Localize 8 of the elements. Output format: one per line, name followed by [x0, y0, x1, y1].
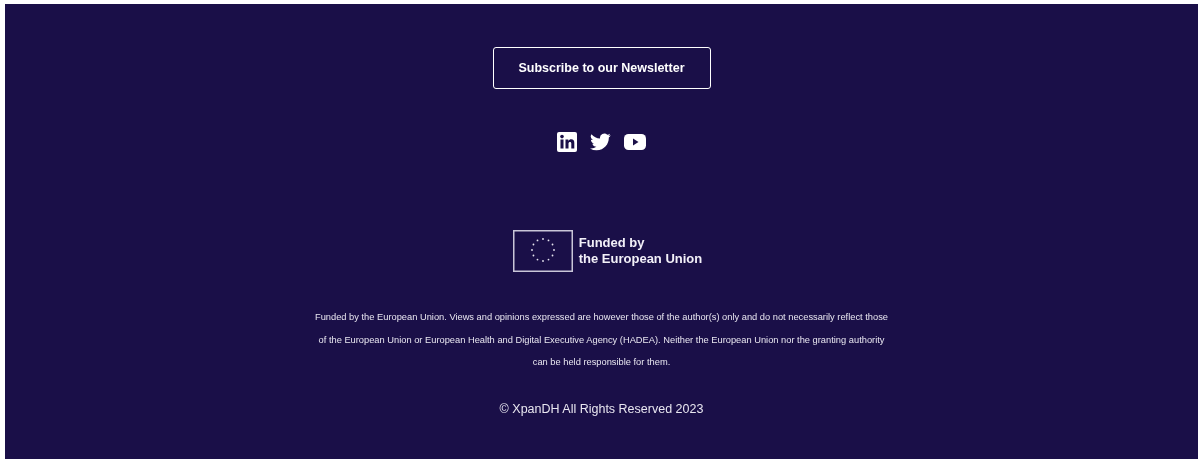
- newsletter-button[interactable]: Subscribe to our Newsletter: [492, 47, 711, 89]
- bird-icon[interactable]: [590, 133, 611, 151]
- flag-icon: [512, 230, 573, 272]
- play-icon[interactable]: [624, 134, 646, 150]
- funded-label: Funded by the European Union: [578, 235, 703, 267]
- copyright-text: © XpanDH All Rights Reserved 2023: [499, 401, 704, 416]
- disclaimer-text: Funded by the European Union. Views and opinions expressed are however those of the author(s) only and do not necessarily reflect those of the European Union or European Health and Digital Executive Agency (HADEA). Neither the European Union nor the granting authority can be held responsible for them.: [314, 311, 889, 369]
- linkedin-icon[interactable]: [557, 132, 577, 152]
